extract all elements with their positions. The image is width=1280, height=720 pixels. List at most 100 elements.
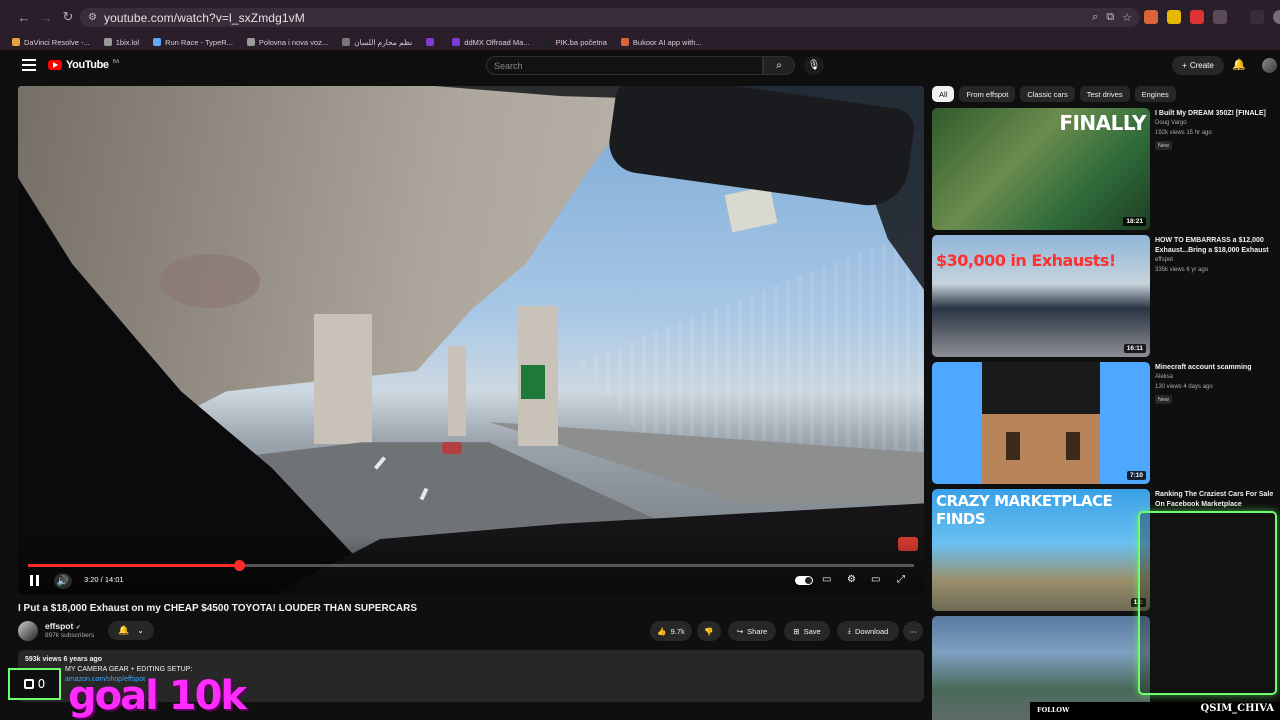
create-button[interactable]: + Create (1172, 56, 1224, 75)
goal-text: goal 10k (68, 673, 247, 719)
extension-icon[interactable] (1167, 10, 1181, 24)
save-label: Save (803, 626, 821, 636)
channel-name-text: effspot (45, 621, 74, 631)
recommended-video-title[interactable]: Minecraft account scamming (1155, 363, 1280, 373)
bookmark-label: DaVinci Resolve -... (24, 37, 90, 47)
bookmark-item[interactable]: Bukoor AI app with... (620, 38, 702, 47)
video-thumbnail[interactable]: 7:10 (932, 362, 1150, 484)
bookmark-item[interactable]: PIK.ba početna (543, 37, 607, 47)
download-button[interactable]: ⤓ Download (837, 621, 899, 641)
notification-subscribe-button[interactable]: 🔔 ⌄ (108, 621, 154, 640)
description-line: MY CAMERA GEAR + EDITING SETUP: (65, 666, 193, 673)
logo-text: YouTube (66, 59, 109, 71)
recommended-video[interactable]: 7:10 Minecraft account scamming Aleksa 130 … (932, 362, 1272, 484)
channel-name[interactable]: effspot ✔ (45, 621, 81, 631)
chip-all[interactable]: All (932, 86, 955, 102)
video-thumbnail[interactable]: $30,000 in Exhausts! 16:11 (932, 235, 1150, 357)
bookmark-favicon-icon (103, 38, 112, 46)
video-thumbnail[interactable]: CRAZY MARKETPLACE FINDS 13: (932, 489, 1150, 611)
video-duration: 16:11 (1123, 344, 1146, 353)
save-button[interactable]: ⊞ Save (784, 621, 830, 641)
chip-test-drives[interactable]: Test drives (1079, 86, 1130, 102)
settings-gear-icon[interactable]: ⚙ (847, 574, 856, 585)
bookmark-item[interactable] (426, 38, 438, 46)
microphone-icon[interactable]: 🎙 (804, 56, 824, 75)
recommended-video[interactable]: FINALLY 18:21 I Built My DREAM 350Z! [FINA… (932, 108, 1272, 230)
zoom-icon[interactable]: ⌕ (1092, 11, 1098, 24)
progress-bar[interactable] (28, 560, 914, 571)
notifications-bell-icon[interactable]: 🔔 (1232, 58, 1246, 71)
bookmark-favicon-icon (153, 38, 162, 46)
recommended-video-title[interactable]: Ranking The Craziest Cars For Sale On Fa… (1155, 490, 1280, 510)
verified-icon: ✔ (75, 625, 81, 631)
bookmark-item[interactable]: 1bix.lol (103, 37, 140, 47)
video-duration: 7:10 (1126, 471, 1146, 480)
extensions (1144, 10, 1280, 24)
video-player[interactable]: 🔊 3:20 / 14:01 ▭ ⚙ ▭ ⤢ (18, 86, 924, 595)
recommended-video-title[interactable]: I Built My DREAM 350Z! [FINALE] (1155, 109, 1280, 119)
bookmark-item[interactable]: Run Race - TypeR... (153, 38, 233, 47)
youtube-logo[interactable]: YouTube BA (48, 59, 119, 71)
recommended-meta: 130 views 4 days ago (1155, 384, 1213, 390)
install-icon[interactable]: ⧉ (1106, 11, 1114, 24)
download-icon: ⤓ (847, 626, 851, 635)
chip-engines[interactable]: Engines (1134, 86, 1176, 102)
browser-toolbar: ← → ↻ ⚙ youtube.com/watch?v=l_sxZmdg1vM … (0, 0, 1280, 34)
extension-icon[interactable] (1144, 10, 1158, 24)
pause-icon[interactable] (30, 575, 40, 586)
thumbnail-caption: $30,000 in Exhausts! (936, 251, 1116, 270)
bookmark-label: 1bix.lol (115, 37, 140, 47)
recommended-video[interactable]: $30,000 in Exhausts! 16:11 HOW TO EMBARRAS… (932, 235, 1272, 357)
back-icon[interactable]: ← (14, 7, 34, 27)
bookmark-favicon-icon (452, 38, 461, 46)
chip-from-effspot[interactable]: From effspot (959, 86, 1016, 102)
site-info-icon[interactable]: ⚙ (88, 12, 97, 23)
recommended-video-title[interactable]: HOW TO EMBARRASS a $12,000 Exhaust...Bri… (1155, 236, 1280, 256)
extension-icon[interactable] (1213, 10, 1227, 24)
forward-icon[interactable]: → (36, 7, 56, 27)
bookmark-item[interactable]: نظم محارم اللسان (342, 38, 412, 47)
bookmark-item[interactable]: DaVinci Resolve -... (12, 38, 90, 47)
profile-icon[interactable] (1273, 10, 1280, 24)
scrubber-handle[interactable] (233, 560, 245, 571)
share-button[interactable]: ↪ Share (728, 621, 776, 641)
search-icon[interactable]: ⌕ (763, 56, 795, 75)
progress-fill (28, 564, 239, 567)
subscriber-count: 897k subscribers (45, 632, 95, 639)
reload-icon[interactable]: ↻ (58, 7, 78, 27)
recommended-channel[interactable]: Doug Vargo (1155, 120, 1187, 126)
bookmark-favicon-icon (246, 38, 255, 46)
bookmark-star-icon[interactable]: ☆ (1122, 11, 1132, 24)
channel-avatar[interactable] (18, 621, 38, 641)
subtitles-icon[interactable]: ▭ (822, 574, 831, 585)
hamburger-menu-icon[interactable] (22, 59, 36, 71)
autoplay-toggle[interactable] (795, 576, 813, 585)
volume-icon[interactable]: 🔊 (54, 573, 72, 589)
video-duration: 18:21 (1123, 217, 1146, 226)
search-input[interactable] (494, 60, 762, 71)
goal-counter: 0 (8, 668, 61, 700)
bookmark-label: PIK.ba početna (555, 37, 607, 47)
plus-icon: + (1182, 61, 1187, 70)
search-box[interactable] (486, 56, 763, 75)
bookmark-favicon-icon (543, 38, 552, 46)
account-avatar[interactable] (1262, 58, 1277, 73)
menu-icon[interactable] (1250, 10, 1264, 24)
more-actions-icon[interactable]: ⋯ (903, 621, 923, 641)
bookmark-item[interactable]: ddMX Offroad Ma... (452, 38, 530, 47)
extension-icon[interactable] (1190, 10, 1204, 24)
bookmark-favicon-icon (426, 38, 435, 46)
address-bar[interactable]: ⚙ youtube.com/watch?v=l_sxZmdg1vM ⌕ ⧉ ☆ (80, 8, 1140, 27)
like-button[interactable]: 👍 9.7k (650, 621, 692, 641)
url-text: youtube.com/watch?v=l_sxZmdg1vM (103, 10, 305, 25)
recommended-channel[interactable]: Aleksa (1155, 374, 1173, 380)
new-badge: New (1155, 141, 1173, 150)
bookmark-item[interactable]: Polovna i nova voz... (246, 38, 328, 47)
fullscreen-icon[interactable]: ⤢ (897, 574, 905, 585)
recommended-channel[interactable]: effspot (1155, 257, 1173, 263)
youtube-header: YouTube BA ⌕ 🎙 + Create 🔔 (0, 50, 1280, 82)
chip-classic-cars[interactable]: Classic cars (1020, 86, 1075, 102)
dislike-button[interactable]: 👎 (697, 621, 721, 641)
theater-mode-icon[interactable]: ▭ (871, 574, 880, 585)
video-thumbnail[interactable]: FINALLY 18:21 (932, 108, 1150, 230)
